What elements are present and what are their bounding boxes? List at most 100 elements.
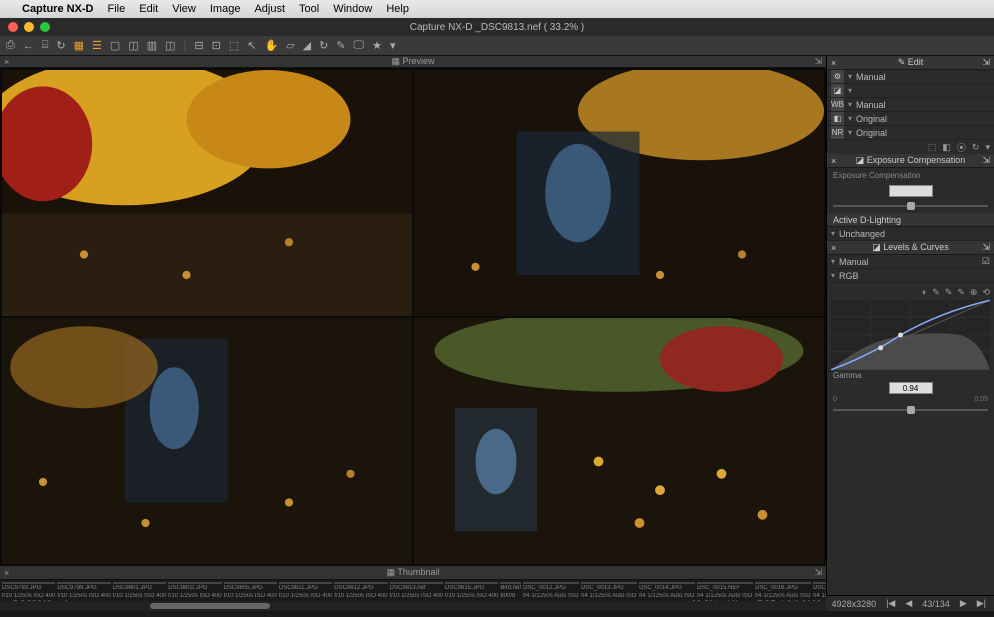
thumbnail-item[interactable]: DSC_0016.JPGf/4 1/1250s Auto ISO 400 — [755, 582, 811, 599]
close-icon[interactable]: × — [4, 57, 9, 67]
transform-icon[interactable]: ⬚ — [229, 39, 239, 52]
thumbnail-item[interactable]: DSC9813.neff/10 1/250s ISO 400 — [390, 582, 443, 599]
expand-icon[interactable]: ⇲ — [982, 57, 990, 68]
edit-icon-row: ⬚ ◧ ⦿ ↻ ▾ — [827, 140, 994, 154]
thumbnail-item[interactable]: DSC9802.JPGf/10 1/250s ISO 400 — [168, 582, 221, 599]
print-icon[interactable]: ⎙ — [6, 39, 15, 52]
nav-prev-button[interactable]: ◀ — [905, 598, 912, 609]
status-counter: 43/134 — [922, 599, 950, 609]
crop-icon[interactable]: ▱ — [286, 39, 294, 52]
menu-image[interactable]: Image — [210, 3, 241, 15]
thumbnail-item[interactable]: DSC9811.JPGf/10 1/250s ISO 400 — [279, 582, 332, 599]
menu-edit[interactable]: Edit — [139, 3, 158, 15]
menu-view[interactable]: View — [172, 3, 196, 15]
star-icon[interactable]: ★ — [372, 39, 382, 52]
thumbnail-item[interactable]: DSC9799.JPGf/10 1/250s ISO 400 — [57, 582, 110, 599]
thumbnail-item[interactable]: DSC9801.JPGf/10 1/250s ISO 400 — [113, 582, 166, 599]
expand-icon[interactable]: ⇲ — [982, 242, 990, 253]
menu-window[interactable]: Window — [333, 3, 372, 15]
rotate-icon[interactable]: ↻ — [319, 39, 328, 52]
open-icon[interactable]: ⌸ — [42, 39, 49, 52]
thumbnail-item[interactable]: DSC_0015.NEFf/4 1/1250s Auto ISO 400 — [697, 582, 753, 599]
curves-header[interactable]: × ◪ Levels & Curves ⇲ — [827, 241, 994, 255]
preview-image-bl[interactable] — [2, 318, 412, 564]
curves-icon[interactable]: ⦿ — [957, 141, 966, 154]
edit-adjustment-row[interactable]: ⚙▾Manual — [827, 70, 994, 84]
black-eyedrop-icon[interactable]: ✎ — [957, 287, 965, 298]
exposure-header[interactable]: × ◪ Exposure Compensation ⇲ — [827, 154, 994, 168]
dlighting-header[interactable]: Active D-Lighting — [827, 213, 994, 227]
contrast-icon[interactable]: ◐ — [922, 287, 927, 298]
exposure-value-input[interactable] — [889, 185, 933, 197]
close-icon[interactable]: × — [831, 243, 836, 253]
white-eyedrop-icon[interactable]: ✎ — [932, 287, 940, 298]
more-icon[interactable]: ▾ — [985, 142, 990, 153]
curves-channel-row[interactable]: ▾RGB — [827, 269, 994, 283]
pointer-icon[interactable]: ↖ — [247, 39, 256, 52]
straighten-icon[interactable]: ◢ — [303, 39, 311, 52]
close-icon[interactable]: × — [831, 58, 836, 68]
thumbnail-item[interactable]: DSC_0013.JPGf/4 1/1250s Auto ISO 400 — [581, 582, 637, 599]
single-icon[interactable]: ▢ — [110, 39, 120, 52]
thumbnail-item[interactable]: DSC9793.JPGf/10 1/250s ISO 400 — [2, 582, 55, 599]
nav-next-button[interactable]: ▶ — [960, 598, 967, 609]
reset-icon[interactable]: ⟲ — [982, 287, 990, 298]
thumbnail-header: × ▦ Thumbnail ⇲ — [0, 566, 826, 580]
app-name[interactable]: Capture NX-D — [22, 3, 94, 15]
thumbnail-item[interactable]: DSC9815.JPGf/10 1/250s ISO 400 — [445, 582, 498, 599]
histogram-icon[interactable]: ⬚ — [928, 142, 937, 153]
target-icon[interactable]: ⊕ — [970, 287, 978, 298]
edit-adjustment-row[interactable]: ◪▾ — [827, 84, 994, 98]
gamma-slider[interactable] — [833, 405, 988, 415]
close-icon[interactable]: × — [831, 156, 836, 166]
minimize-window-button[interactable] — [24, 22, 34, 32]
gamma-value-input[interactable] — [889, 382, 933, 394]
expand-icon[interactable]: ⇲ — [982, 155, 990, 166]
eyedrop-icon[interactable]: ✎ — [336, 39, 345, 52]
screen-icon[interactable]: 🖵 — [354, 39, 365, 52]
curves-editor[interactable]: ◐ ✎ ✎ ✎ ⊕ ⟲ — [827, 283, 994, 371]
hand-icon[interactable]: ✋ — [264, 39, 278, 52]
menu-adjust[interactable]: Adjust — [254, 3, 285, 15]
curves-mode-row[interactable]: ▾Manual☑ — [827, 255, 994, 269]
layout1-icon[interactable]: ▥ — [147, 39, 157, 52]
menu-tool[interactable]: Tool — [299, 3, 319, 15]
layout2-icon[interactable]: ◫ — [165, 39, 175, 52]
curves-graph[interactable] — [831, 300, 990, 370]
grid-icon[interactable]: ▦ — [74, 39, 84, 52]
close-window-button[interactable] — [8, 22, 18, 32]
rotate-icon[interactable]: ↻ — [972, 142, 980, 153]
edit-adjustment-row[interactable]: WB▾Manual — [827, 98, 994, 112]
thumbnail-scrollbar[interactable] — [0, 601, 826, 611]
thumbnail-item[interactable]: DSC_0014.JPGf/4 1/1250s Auto ISO 400 — [639, 582, 695, 599]
nav-last-button[interactable]: ▶| — [977, 598, 986, 609]
back-icon[interactable]: ← — [23, 40, 34, 52]
levels-icon[interactable]: ◧ — [942, 142, 951, 153]
filter-icon[interactable]: ▾ — [390, 39, 396, 52]
menu-file[interactable]: File — [108, 3, 126, 15]
gray-eyedrop-icon[interactable]: ✎ — [945, 287, 953, 298]
preview-image-tl[interactable] — [2, 70, 412, 316]
thumbnail-item[interactable]: DSC9812.JPGf/10 1/250s ISO 400 — [334, 582, 387, 599]
thumbnail-item[interactable]: Bird.nef800/8 — [500, 582, 521, 599]
expand-icon[interactable]: ⇲ — [814, 567, 822, 578]
thumbnail-item[interactable]: DSC9805.JPGf/10 1/250s ISO 400 — [224, 582, 277, 599]
compare-icon[interactable]: ◫ — [128, 39, 138, 52]
preview-image-tr[interactable] — [414, 70, 824, 316]
divider-icon[interactable]: ⊟ — [194, 39, 203, 52]
dlighting-value-row[interactable]: ▾Unchanged — [827, 227, 994, 241]
zoom-window-button[interactable] — [40, 22, 50, 32]
fit-icon[interactable]: ⊡ — [212, 39, 221, 52]
expand-icon[interactable]: ⇲ — [814, 56, 822, 67]
nav-first-button[interactable]: |◀ — [886, 598, 895, 609]
list-icon[interactable]: ☰ — [92, 39, 102, 52]
thumbnail-item[interactable]: DSC_0012.JPGf/4 1/1250s Auto ISO 400 — [523, 582, 579, 599]
thumbnail-item[interactable]: DSC_0017.NEFf/4 1/1250s Auto ISO 400 — [813, 582, 826, 599]
edit-adjustment-row[interactable]: ◧▾Original — [827, 112, 994, 126]
edit-adjustment-row[interactable]: NR▾Original — [827, 126, 994, 140]
preview-image-br[interactable] — [414, 318, 824, 564]
close-icon[interactable]: × — [4, 568, 9, 578]
menu-help[interactable]: Help — [386, 3, 409, 15]
exposure-slider[interactable] — [833, 201, 988, 211]
refresh-icon[interactable]: ↻ — [56, 39, 65, 52]
